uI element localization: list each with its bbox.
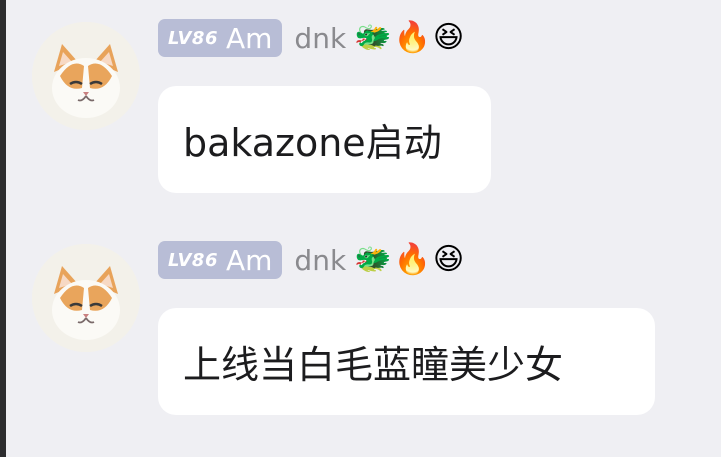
badge-icons: 🐲 🔥 😆 [354,245,464,275]
level-badge[interactable]: LV86 Am [158,19,283,57]
member-title: Am [225,21,273,55]
member-title: Am [225,243,273,277]
message-bubble[interactable]: 上线当白毛蓝瞳美少女 [158,308,655,415]
message-text: bakazone启动 [183,121,442,165]
level-tag: LV86 [168,249,218,271]
dragon-badge-icon[interactable]: 🐲 [354,23,391,53]
message-bubble[interactable]: bakazone启动 [158,86,491,193]
message-text: 上线当白毛蓝瞳美少女 [183,343,564,387]
smile-flower-badge-icon[interactable]: 😆 [433,245,464,275]
level-badge[interactable]: LV86 Am [158,241,283,279]
smile-flower-badge-icon[interactable]: 😆 [433,23,464,53]
message-header: LV86 Am dnk 🐲 🔥 😆 [158,238,464,282]
cat-avatar-icon[interactable] [32,22,140,130]
level-tag: LV86 [168,27,218,49]
fire-badge-icon[interactable]: 🔥 [394,23,431,53]
username[interactable]: dnk [294,22,346,55]
badge-icons: 🐲 🔥 😆 [354,23,464,53]
message-header: LV86 Am dnk 🐲 🔥 😆 [158,16,464,60]
fire-badge-icon[interactable]: 🔥 [394,245,431,275]
username[interactable]: dnk [294,244,346,277]
cat-avatar-icon[interactable] [32,244,140,352]
window-edge [0,0,6,457]
dragon-badge-icon[interactable]: 🐲 [354,245,391,275]
